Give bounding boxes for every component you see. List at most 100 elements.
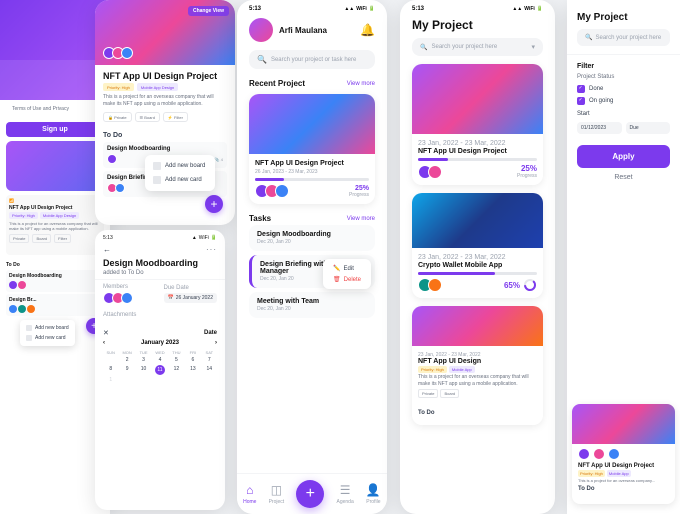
- nav-agenda[interactable]: ☰ Agenda: [337, 483, 354, 505]
- cal-day-8[interactable]: 8: [103, 365, 118, 375]
- priority-badge-main: Priority: High: [103, 83, 134, 91]
- mp-card-dates-2: 23 Jan, 2022 - 23 Mar, 2022: [418, 254, 537, 261]
- filter-search-icon: 🔍: [585, 34, 592, 41]
- mp-card-img-3: [412, 306, 543, 346]
- signup-button[interactable]: Sign up: [6, 122, 104, 137]
- member-avatars-top: [103, 47, 129, 59]
- tasks-list: Design Moodboarding Dec 20, Jan 20 Desig…: [237, 225, 387, 318]
- cal-day-9[interactable]: 9: [119, 365, 134, 375]
- mobile-search-bar[interactable]: 🔍 Search your project or task here: [249, 50, 375, 69]
- mini-phone-preview: NFT App UI Design Project Priority: High…: [572, 404, 675, 504]
- ctx-add-card[interactable]: Add new card: [153, 173, 207, 187]
- reset-button[interactable]: Reset: [567, 172, 680, 183]
- cal-day-10[interactable]: 10: [136, 365, 151, 375]
- mp-card-footer-2: 65%: [418, 278, 537, 292]
- nav-home[interactable]: ⌂ Home: [243, 483, 256, 505]
- nav-profile[interactable]: 👤 Profile: [366, 483, 381, 505]
- date-range-label: Start: [567, 107, 680, 119]
- more-options-button[interactable]: ···: [206, 245, 217, 254]
- add-card-item[interactable]: Add new card: [26, 333, 69, 343]
- search-icon: 🔍: [257, 55, 267, 64]
- filter-dropdown-icon[interactable]: ▾: [531, 43, 535, 51]
- due-date-chip[interactable]: 📅 26 January 2022: [164, 293, 218, 303]
- cal-day-14[interactable]: 14: [202, 365, 217, 375]
- cal-day-5[interactable]: 5: [169, 356, 184, 364]
- filter-btn[interactable]: Filter: [54, 234, 71, 243]
- cal-day-11-today[interactable]: 11: [155, 365, 165, 375]
- apply-button[interactable]: Apply: [577, 145, 670, 168]
- tasks-title: Tasks: [249, 214, 271, 223]
- date-to-input[interactable]: Due: [626, 122, 671, 134]
- close-date-icon[interactable]: ✕: [103, 329, 109, 337]
- mobile-badge-main: Mobile App Design: [137, 83, 178, 91]
- mp-status-bar: 5:13 ▲▲ WiFi 🔋: [400, 0, 555, 14]
- board-chip[interactable]: ☰ Board: [135, 112, 160, 122]
- cal-day-4[interactable]: 4: [152, 356, 167, 364]
- donut-chart-2: [523, 278, 537, 292]
- mp-card-title-2: Crypto Wallet Mobile App: [418, 262, 537, 269]
- mp-prog-label-1: Progress: [517, 173, 537, 179]
- cal-day-13[interactable]: 13: [185, 365, 200, 375]
- terms-link[interactable]: Terms of Use and Privacy: [6, 102, 104, 116]
- day-thu: THU: [169, 350, 184, 355]
- date-inputs: 01/12/2023 Due: [567, 119, 680, 137]
- screen-mobile-main: 5:13 ▲▲ WiFi 🔋 Arfi Maulana 🔔 🔍 Search y…: [237, 0, 387, 514]
- cal-day-6[interactable]: 6: [185, 356, 200, 364]
- avatar-2: [18, 281, 26, 289]
- filter-panel-header: My Project: [567, 0, 680, 29]
- task-item-2: Design Briefing with Project Manager Dec…: [249, 255, 375, 288]
- nft-card-body: NFT App UI Design Project Priority: High…: [95, 65, 235, 128]
- back-button[interactable]: ←: [103, 245, 111, 254]
- cal-day-12[interactable]: 12: [169, 365, 184, 375]
- web-project-title: NFT App UI Design Project: [9, 205, 101, 211]
- board-btn[interactable]: Board: [32, 234, 51, 243]
- private-chip[interactable]: 🔒 Private: [103, 112, 132, 122]
- main-fab[interactable]: +: [296, 480, 324, 508]
- cal-day-3[interactable]: 3: [136, 356, 151, 364]
- ongoing-checkbox[interactable]: [577, 97, 585, 105]
- nav-project[interactable]: ◫ Project: [269, 483, 285, 505]
- task-item-3: Meeting with Team Dec 20, Jan 20: [249, 292, 375, 318]
- notification-bell[interactable]: 🔔: [360, 23, 375, 37]
- mp-card-img-2: [412, 193, 543, 248]
- member-3: [121, 292, 133, 304]
- add-board-item[interactable]: Add new board: [26, 323, 69, 333]
- date-from-input[interactable]: 01/12/2023: [577, 122, 622, 134]
- calendar-grid: SUN MON TUE WED THU FRI SAT 2 3 4 5 6 7 …: [103, 350, 217, 384]
- tasks-view-more[interactable]: View more: [347, 216, 375, 222]
- mp-board-chip[interactable]: Board: [440, 389, 459, 398]
- done-checkbox[interactable]: [577, 85, 585, 93]
- cal-day-1[interactable]: 1: [103, 376, 118, 384]
- mini-phone-header: [572, 404, 675, 444]
- mp-title: My Project: [400, 14, 555, 38]
- mp-progress-1: [418, 158, 537, 161]
- edit-action[interactable]: ✏️ Edit: [329, 263, 365, 274]
- attachments-label: Attachments: [103, 312, 217, 318]
- attachments-section: Attachments: [95, 308, 225, 325]
- mp-search-bar[interactable]: 🔍 Search your project here ▾: [412, 38, 543, 56]
- todo-col-header: To Do: [103, 132, 227, 139]
- progress-text: Progress: [349, 192, 369, 198]
- prev-month-button[interactable]: ‹: [103, 340, 105, 346]
- private-btn[interactable]: Private: [9, 234, 29, 243]
- project-card-dates: 26 Jan, 2023 - 23 Mar, 2023: [255, 169, 369, 175]
- cal-day-2[interactable]: 2: [119, 356, 134, 364]
- due-date-value: 26 January 2022: [176, 295, 213, 301]
- view-more-link[interactable]: View more: [347, 81, 375, 87]
- recent-project-header: Recent Project View more: [237, 73, 387, 90]
- detail-status-icons: ▲ WiFi 🔋: [192, 235, 217, 241]
- detail-status-bar: 5:13 ▲ WiFi 🔋: [95, 230, 225, 243]
- recent-project-title: Recent Project: [249, 79, 305, 88]
- delete-action[interactable]: 🗑 Delete: [329, 274, 365, 285]
- date-section-label: Date: [204, 330, 217, 336]
- mini-avatars: [578, 448, 669, 460]
- filter-search-bar[interactable]: 🔍 Search your project here: [577, 29, 670, 46]
- mp-private-chip[interactable]: Private: [418, 389, 438, 398]
- ctx-add-board[interactable]: Add new board: [153, 159, 207, 173]
- task2-title: Design Br...: [9, 297, 101, 303]
- next-month-button[interactable]: ›: [215, 340, 217, 346]
- filter-chip[interactable]: ⚡ Filter: [163, 112, 188, 122]
- nft-fab[interactable]: +: [205, 195, 223, 213]
- change-view-button[interactable]: Change View: [188, 6, 229, 16]
- cal-day-7[interactable]: 7: [202, 356, 217, 364]
